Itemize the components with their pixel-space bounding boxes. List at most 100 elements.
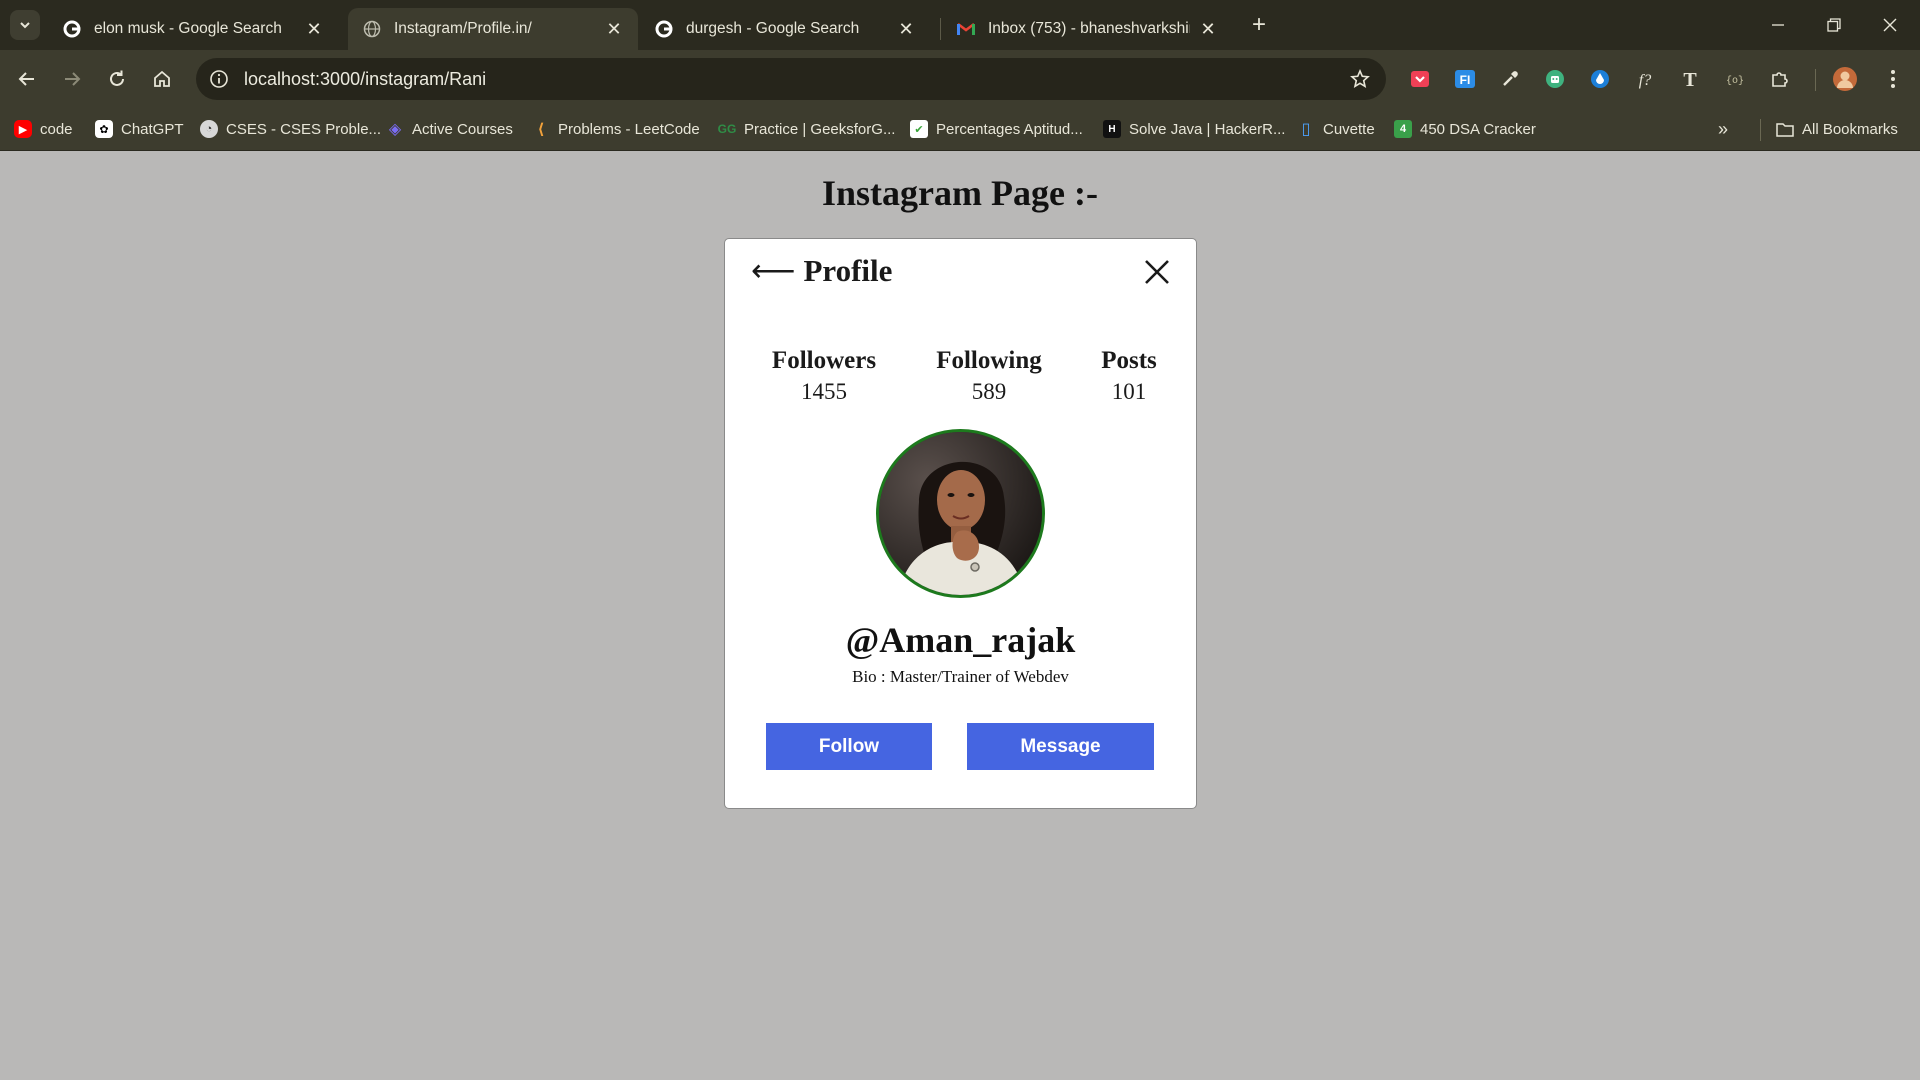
stat-label: Followers	[771, 347, 877, 374]
more-bookmarks-button[interactable]: »	[1718, 117, 1728, 141]
all-bookmarks-label: All Bookmarks	[1802, 120, 1898, 138]
close-icon[interactable]: ✕	[304, 19, 324, 39]
url-text[interactable]: localhost:3000/instagram/Rani	[244, 69, 486, 90]
close-icon	[1883, 18, 1897, 32]
svg-text:{o}: {o}	[1726, 75, 1744, 87]
tab-elon-musk[interactable]: elon musk - Google Search ✕	[48, 8, 338, 50]
svg-text:T: T	[1683, 69, 1697, 89]
bookmark-chatgpt[interactable]: ✿ ChatGPT	[95, 117, 184, 141]
bookmark-label: Practice | GeeksforG...	[744, 120, 896, 138]
reload-icon	[110, 70, 124, 86]
hackerrank-icon: H	[1103, 120, 1121, 138]
profile-avatar	[876, 429, 1045, 598]
browser-toolbar: localhost:3000/instagram/Rani FI f? T {o…	[0, 50, 1920, 108]
bookmark-active-courses[interactable]: ◈ Active Courses	[386, 117, 513, 141]
tab-search-button[interactable]	[10, 10, 40, 40]
json-extension-icon[interactable]: {o}	[1720, 64, 1750, 94]
stat-posts[interactable]: Posts 101	[1089, 347, 1169, 405]
page-title: Instagram Page :-	[822, 173, 1098, 213]
chevron-double-right-icon: »	[1718, 118, 1729, 139]
close-window-button[interactable]	[1868, 8, 1912, 42]
stat-label: Following	[936, 347, 1042, 374]
address-bar[interactable]: localhost:3000/instagram/Rani	[196, 58, 1386, 100]
close-icon	[1145, 260, 1169, 284]
minimize-button[interactable]	[1756, 8, 1800, 42]
bookmark-label: Active Courses	[412, 120, 513, 138]
all-bookmarks-button[interactable]: All Bookmarks	[1776, 117, 1898, 141]
reload-button[interactable]	[100, 62, 134, 96]
fi-extension-icon[interactable]: FI	[1450, 64, 1480, 94]
chevron-down-icon	[20, 22, 30, 29]
forward-button[interactable]	[55, 62, 89, 96]
tab-strip: elon musk - Google Search ✕ Instagram/Pr…	[0, 0, 1920, 50]
close-icon[interactable]: ✕	[604, 19, 624, 39]
bookmark-label: Problems - LeetCode	[558, 120, 700, 138]
google-icon	[62, 19, 82, 39]
stat-value: 101	[1111, 379, 1147, 404]
bookmarks-bar: ▶ code ✿ ChatGPT ◔ CSES - CSES Proble...…	[0, 108, 1920, 151]
bookmark-label: ChatGPT	[121, 120, 184, 138]
profile-photo	[879, 432, 1042, 595]
toolbar-divider	[1815, 69, 1816, 91]
bookmark-hackerrank[interactable]: H Solve Java | HackerR...	[1103, 117, 1285, 141]
indiabix-icon: ✔	[910, 120, 928, 138]
site-info-icon[interactable]	[204, 64, 234, 94]
message-button[interactable]: Message	[967, 723, 1154, 770]
bookmark-leetcode[interactable]: ⟨ Problems - LeetCode	[532, 117, 700, 141]
geeksforgeeks-icon: GG	[717, 122, 737, 136]
arrow-right-icon	[65, 72, 81, 86]
profile-card: ⟵ Profile Followers 1455 Following 589 P…	[724, 238, 1197, 809]
pocket-icon[interactable]	[1405, 64, 1435, 94]
stat-following[interactable]: Following 589	[931, 347, 1047, 405]
follow-button[interactable]: Follow	[766, 723, 932, 770]
tab-instagram-profile[interactable]: Instagram/Profile.in/ ✕	[348, 8, 638, 50]
profile-handle: @Aman_rajak	[845, 620, 1076, 660]
restore-icon	[1827, 18, 1841, 32]
tab-gmail-inbox[interactable]: Inbox (753) - bhaneshvarkshirsa ✕	[942, 8, 1232, 50]
dsa-cracker-icon: 4	[1394, 120, 1412, 138]
color-picker-icon[interactable]	[1495, 64, 1525, 94]
new-tab-button[interactable]: +	[1244, 10, 1274, 40]
cses-icon: ◔	[200, 120, 218, 138]
card-header-title: Profile	[803, 253, 893, 288]
bookmark-cses[interactable]: ◔ CSES - CSES Proble...	[200, 117, 381, 141]
bookmark-code[interactable]: ▶ code	[14, 117, 73, 141]
minimize-icon	[1772, 24, 1784, 26]
font-extension-icon[interactable]: T	[1675, 64, 1705, 94]
bookmark-label: CSES - CSES Proble...	[226, 120, 382, 138]
close-icon[interactable]: ✕	[1198, 19, 1218, 39]
tab-divider	[940, 18, 941, 40]
bookmark-cuvette[interactable]: ▯ Cuvette	[1297, 117, 1375, 141]
bookmark-label: 450 DSA Cracker	[1420, 120, 1536, 138]
profile-avatar-icon[interactable]	[1830, 64, 1860, 94]
close-card-button[interactable]	[1142, 257, 1172, 287]
back-arrow-icon[interactable]: ⟵	[751, 253, 795, 289]
function-extension-icon[interactable]: f?	[1630, 64, 1660, 94]
android-robot-icon[interactable]	[1540, 64, 1570, 94]
card-header: ⟵ Profile	[751, 253, 892, 289]
tab-durgesh[interactable]: durgesh - Google Search ✕	[640, 8, 930, 50]
bookmark-star-icon[interactable]	[1348, 67, 1372, 91]
gmail-icon	[956, 19, 976, 39]
back-button[interactable]	[10, 62, 44, 96]
restore-button[interactable]	[1812, 8, 1856, 42]
drop-extension-icon[interactable]	[1585, 64, 1615, 94]
bookmark-label: code	[40, 120, 73, 138]
bookmark-label: Percentages Aptitud...	[936, 120, 1083, 138]
close-icon[interactable]: ✕	[896, 19, 916, 39]
svg-text:FI: FI	[1460, 73, 1471, 87]
bookmark-geeksforgeeks[interactable]: GG Practice | GeeksforG...	[717, 117, 896, 141]
stat-value: 1455	[801, 379, 847, 404]
bookmark-label: Solve Java | HackerR...	[1129, 120, 1286, 138]
stat-followers[interactable]: Followers 1455	[769, 347, 879, 405]
extensions-puzzle-icon[interactable]	[1765, 64, 1795, 94]
arrow-left-icon	[18, 72, 34, 86]
bookmarks-divider	[1760, 119, 1761, 141]
stat-label: Posts	[1101, 347, 1157, 374]
bookmark-450-dsa[interactable]: 4 450 DSA Cracker	[1394, 117, 1536, 141]
home-button[interactable]	[145, 62, 179, 96]
more-menu-icon[interactable]	[1878, 64, 1908, 94]
stat-value: 589	[971, 379, 1007, 404]
bookmark-percentages[interactable]: ✔ Percentages Aptitud...	[910, 117, 1083, 141]
tab-title: Instagram/Profile.in/	[394, 20, 532, 37]
